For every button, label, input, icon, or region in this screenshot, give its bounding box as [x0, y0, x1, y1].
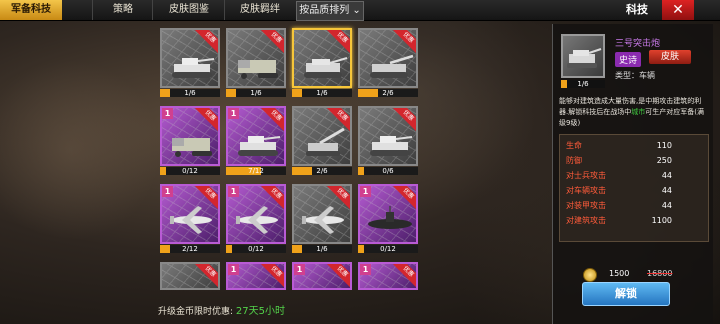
- sort-label: 按品质排列: [299, 5, 350, 16]
- stat-row: 生命 110: [566, 141, 672, 150]
- detail-progress: 1/6: [561, 80, 605, 88]
- unit-card[interactable]: 优惠 1: [292, 262, 352, 290]
- unit-progress: 2/6: [358, 89, 418, 97]
- level-badge: 1: [228, 186, 239, 197]
- unit-card[interactable]: 优惠: [292, 184, 352, 244]
- level-badge: 1: [360, 264, 371, 275]
- unit-card[interactable]: 优惠 1: [358, 184, 418, 244]
- stat-row: 对车辆攻击 44: [566, 186, 672, 195]
- tab-skin-gallery[interactable]: 皮肤图鉴: [152, 0, 225, 20]
- sort-dropdown[interactable]: 按品质排列 ⌄: [296, 1, 364, 21]
- stat-row: 对建筑攻击 1100: [566, 216, 672, 225]
- level-badge: 1: [294, 264, 305, 275]
- tank-icon: [370, 136, 413, 156]
- unit-card[interactable]: 优惠 1: [160, 106, 220, 166]
- halftrack-icon: [172, 138, 212, 157]
- unit-progress: 2/6: [292, 167, 352, 175]
- level-badge: 1: [162, 108, 173, 119]
- unit-card[interactable]: 优惠: [160, 262, 220, 290]
- unit-card[interactable]: 优惠 1: [160, 184, 220, 244]
- unit-type: 类型：车辆: [615, 71, 655, 80]
- skin-button[interactable]: 皮肤: [649, 50, 691, 64]
- level-badge: 1: [360, 186, 371, 197]
- coin-icon: [583, 268, 597, 282]
- unit-progress: 1/6: [226, 89, 286, 97]
- unit-progress: 0/12: [160, 167, 220, 175]
- unit-card[interactable]: 优惠: [358, 28, 418, 88]
- plane-icon: [236, 206, 278, 234]
- halftrack-icon: [238, 60, 278, 79]
- stat-row: 对士兵攻击 44: [566, 171, 672, 180]
- unit-card[interactable]: 优惠: [292, 106, 352, 166]
- unit-card[interactable]: 优惠 1: [226, 184, 286, 244]
- level-badge: 1: [162, 186, 173, 197]
- artillery-icon: [306, 127, 345, 156]
- unit-progress: 0/12: [226, 245, 286, 253]
- rarity-badge: 史诗: [615, 52, 642, 67]
- tab-strategy[interactable]: 策略: [92, 0, 153, 20]
- unit-card[interactable]: 优惠 1: [226, 262, 286, 290]
- detail-thumbnail: [561, 34, 605, 78]
- stats-table: 生命 110 防御 250 对士兵攻击 44 对车辆攻击 44 对装甲攻击 44 对建筑攻…: [559, 134, 709, 242]
- submarine-icon: [368, 206, 412, 229]
- tank-icon: [172, 58, 215, 78]
- unlock-button[interactable]: 解锁: [582, 282, 670, 306]
- chevron-down-icon: ⌄: [352, 5, 361, 16]
- unit-card[interactable]: 优惠: [292, 28, 352, 88]
- unit-progress: 1/6: [160, 89, 220, 97]
- tab-skin-bond[interactable]: 皮肤羁绊: [224, 0, 295, 20]
- level-badge: 1: [228, 108, 239, 119]
- unit-name: 三号突击炮: [615, 39, 661, 49]
- detail-panel: 1/6 三号突击炮 史诗 皮肤 类型：车辆 能够对建筑造成大量伤害,是中期攻击建…: [552, 24, 713, 324]
- stat-row: 防御 250: [566, 156, 672, 165]
- unit-progress: 1/6: [292, 89, 352, 97]
- unit-card[interactable]: 优惠 1: [358, 262, 418, 290]
- top-bar: 军备科技 策略 皮肤图鉴 皮肤羁绊 按品质排列 ⌄ 科技 ✕: [0, 0, 720, 21]
- tank-icon: [238, 136, 281, 156]
- unit-card[interactable]: 优惠: [358, 106, 418, 166]
- page-title: 科技: [626, 3, 648, 16]
- unit-progress: 2/12: [160, 245, 220, 253]
- unit-progress: 1/6: [292, 245, 352, 253]
- tank-destroyer-icon: [370, 54, 414, 78]
- assault-gun-icon: [567, 48, 602, 68]
- unit-card[interactable]: 优惠: [160, 28, 220, 88]
- unit-card[interactable]: 优惠: [226, 28, 286, 88]
- close-button[interactable]: ✕: [662, 0, 694, 20]
- unit-card[interactable]: 优惠 1: [226, 106, 286, 166]
- tab-military-tech[interactable]: 军备科技: [0, 0, 62, 20]
- unit-progress: 0/12: [358, 245, 418, 253]
- stat-row: 对装甲攻击 44: [566, 201, 672, 210]
- old-price: 16800: [647, 269, 673, 278]
- assault-gun-icon: [304, 57, 348, 78]
- unit-progress: 0/6: [358, 167, 418, 175]
- price: 1500: [609, 269, 630, 278]
- plane-icon: [170, 206, 212, 234]
- plane-icon: [302, 206, 344, 234]
- unit-description: 能够对建筑造成大量伤害,是中期攻击建筑的利器.解锁科技后在战场中城市可生产对应军…: [559, 97, 704, 127]
- promo-timer: 升级金币限时优惠: 27天5小时: [158, 306, 286, 317]
- unit-progress: 7/12: [226, 167, 286, 175]
- close-icon: ✕: [672, 2, 684, 18]
- level-badge: 1: [228, 264, 239, 275]
